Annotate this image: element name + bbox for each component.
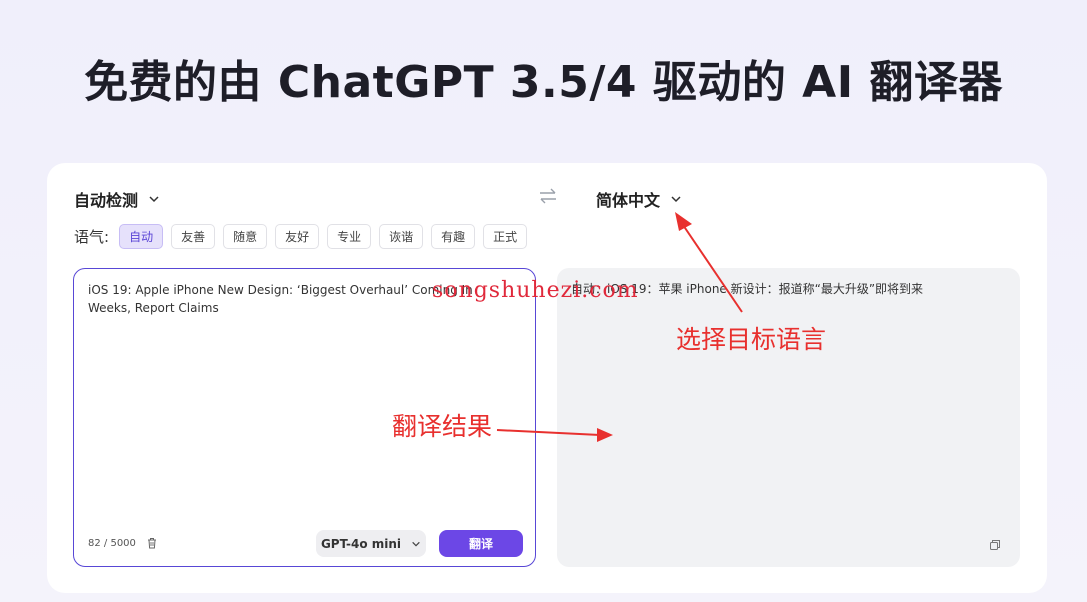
source-language-label: 自动检测	[74, 191, 139, 210]
tone-chip-auto[interactable]: 自动	[119, 224, 164, 249]
tone-chip-witty[interactable]: 诙谐	[379, 224, 424, 249]
tone-chip-fun[interactable]: 有趣	[431, 224, 476, 249]
translator-card: 自动检测 简体中文 语气: 自动 友善 随意 友好 专业 诙谐 有趣 正式 iO…	[47, 163, 1047, 593]
tone-chip-formal[interactable]: 正式	[483, 224, 528, 249]
swap-arrows-icon[interactable]	[537, 187, 559, 205]
trash-icon[interactable]	[146, 537, 158, 549]
character-counter: 82 / 5000	[88, 537, 158, 549]
tone-chip-casual[interactable]: 随意	[223, 224, 268, 249]
chevron-down-icon	[671, 196, 681, 203]
model-select[interactable]: GPT-4o mini	[316, 530, 426, 557]
tone-chip-friendly[interactable]: 友好	[275, 224, 320, 249]
annotation-translation-result: 翻译结果	[392, 412, 493, 441]
tone-chip-professional[interactable]: 专业	[327, 224, 372, 249]
tone-label: 语气:	[74, 228, 110, 246]
translate-button[interactable]: 翻译	[439, 530, 523, 557]
annotation-select-target-language: 选择目标语言	[676, 325, 827, 354]
target-language-label: 简体中文	[596, 191, 661, 210]
model-label: GPT-4o mini	[320, 536, 402, 551]
watermark: songshuhezi.com	[432, 278, 639, 303]
chevron-down-icon	[412, 541, 420, 547]
chevron-down-icon	[149, 196, 159, 203]
target-language-select[interactable]: 简体中文	[596, 187, 682, 211]
translation-output: 自动：iOS 19：苹果 iPhone 新设计：报道称“最大升级”即将到来	[557, 268, 1020, 567]
tone-selector: 语气: 自动 友善 随意 友好 专业 诙谐 有趣 正式	[74, 224, 528, 249]
page-title: 免费的由 ChatGPT 3.5/4 驱动的 AI 翻译器	[84, 57, 1003, 108]
tone-chip-kind[interactable]: 友善	[171, 224, 216, 249]
character-count: 82 / 5000	[88, 537, 136, 549]
source-language-select[interactable]: 自动检测	[74, 187, 160, 211]
copy-icon[interactable]	[989, 539, 1001, 551]
